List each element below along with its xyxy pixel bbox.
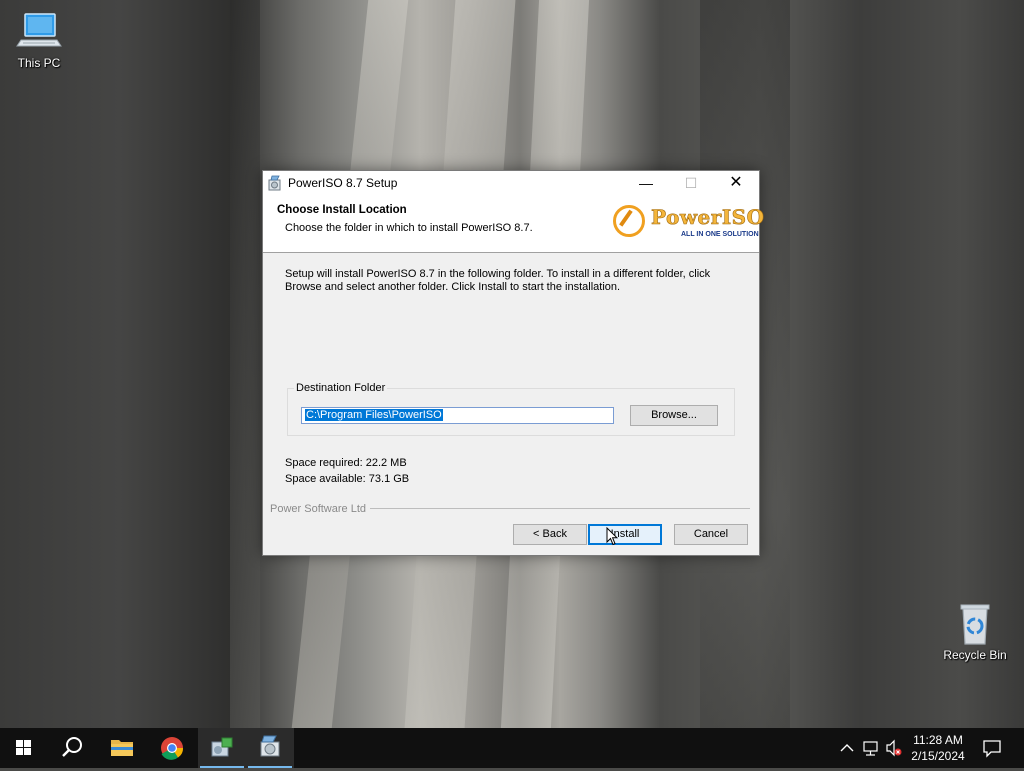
action-center-button[interactable] bbox=[978, 728, 1006, 768]
maximize-button[interactable]: ☐ bbox=[668, 171, 714, 195]
page-title: Choose Install Location bbox=[277, 204, 407, 216]
chrome-icon bbox=[161, 737, 184, 760]
volume-muted-icon bbox=[886, 739, 902, 757]
back-button[interactable]: < Back bbox=[513, 524, 587, 545]
show-hidden-icons-button[interactable] bbox=[836, 728, 858, 768]
desktop-icon-this-pc[interactable]: This PC bbox=[2, 10, 76, 70]
brand-divider: Power Software Ltd bbox=[270, 503, 750, 515]
destination-path-input[interactable]: C:\Program Files\PowerISO bbox=[301, 407, 614, 424]
computer-icon bbox=[15, 10, 63, 54]
windows-logo-icon bbox=[16, 740, 31, 755]
recycle-bin-icon bbox=[951, 602, 999, 646]
destination-path-value: C:\Program Files\PowerISO bbox=[305, 409, 443, 421]
install-description: Setup will install PowerISO 8.7 in the f… bbox=[285, 268, 711, 293]
taskbar-poweriso-setup[interactable] bbox=[246, 728, 294, 768]
install-button[interactable]: Install bbox=[588, 524, 662, 545]
installer-icon bbox=[267, 175, 283, 191]
installer-icon bbox=[260, 735, 280, 757]
browse-button[interactable]: Browse... bbox=[630, 405, 718, 426]
poweriso-logo: PowerISO ALL IN ONE SOLUTION bbox=[611, 203, 764, 243]
taskbar-file-explorer[interactable] bbox=[98, 728, 146, 768]
mouse-cursor-icon bbox=[606, 527, 618, 546]
volume-status[interactable] bbox=[884, 728, 904, 768]
space-available: Space available: 73.1 GB bbox=[285, 473, 410, 485]
search-icon bbox=[62, 737, 82, 757]
notification-icon bbox=[983, 740, 1001, 758]
space-required: Space required: 22.2 MB bbox=[285, 457, 407, 469]
brand-label: Power Software Ltd bbox=[270, 503, 370, 515]
page-subtitle: Choose the folder in which to install Po… bbox=[285, 222, 533, 234]
clock-date: 2/15/2024 bbox=[911, 749, 965, 763]
dialog-title: PowerISO 8.7 Setup bbox=[288, 176, 398, 190]
search-button[interactable] bbox=[48, 728, 96, 768]
taskbar: 11:28 AM 2/15/2024 bbox=[0, 728, 1024, 768]
setup-dialog: PowerISO 8.7 Setup — ☐ ✕ Choose Install … bbox=[262, 170, 764, 556]
chevron-up-icon bbox=[840, 744, 854, 752]
cancel-button[interactable]: Cancel bbox=[674, 524, 748, 545]
minimize-button[interactable]: — bbox=[623, 171, 669, 195]
taskbar-clock[interactable]: 11:28 AM 2/15/2024 bbox=[903, 732, 973, 764]
start-button[interactable] bbox=[0, 728, 48, 768]
folder-icon bbox=[111, 740, 133, 756]
dialog-header: Choose Install Location Choose the folde… bbox=[263, 195, 764, 253]
taskbar-network-app[interactable] bbox=[198, 728, 246, 768]
desktop-icon-label: Recycle Bin bbox=[943, 648, 1007, 662]
divider-line bbox=[370, 508, 750, 509]
destination-folder-group: Destination Folder C:\Program Files\Powe… bbox=[287, 382, 735, 436]
network-status[interactable] bbox=[860, 728, 882, 768]
logo-tagline: ALL IN ONE SOLUTION bbox=[681, 231, 759, 238]
taskbar-chrome[interactable] bbox=[148, 728, 196, 768]
destination-folder-label: Destination Folder bbox=[294, 382, 388, 394]
close-button[interactable]: ✕ bbox=[713, 171, 759, 195]
logo-mark-icon bbox=[613, 205, 645, 237]
clock-time: 11:28 AM bbox=[913, 733, 963, 747]
network-icon bbox=[863, 741, 878, 756]
dialog-titlebar[interactable]: PowerISO 8.7 Setup — ☐ ✕ bbox=[263, 171, 759, 195]
desktop-icon-label: This PC bbox=[17, 56, 61, 70]
desktop-icon-recycle-bin[interactable]: Recycle Bin bbox=[938, 602, 1012, 662]
logo-text: PowerISO bbox=[651, 205, 765, 230]
network-setup-icon bbox=[211, 737, 233, 757]
